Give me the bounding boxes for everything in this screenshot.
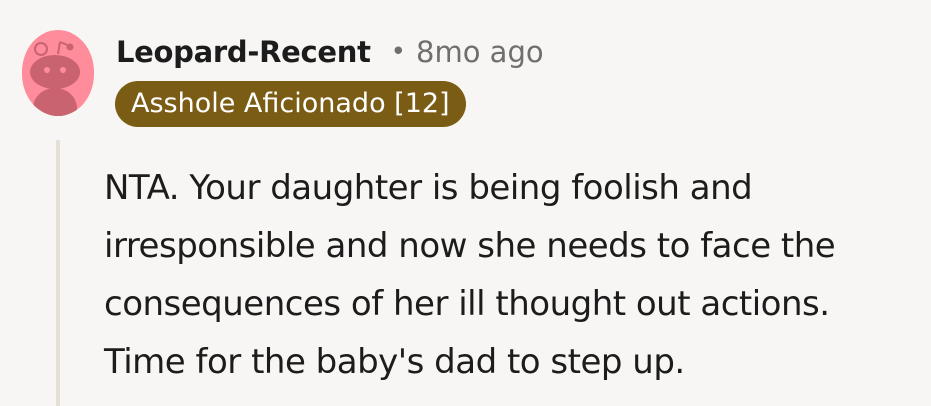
comment-header: Leopard-Recent • 8mo ago: [116, 30, 544, 74]
separator-dot: •: [390, 37, 407, 67]
comment-body: NTA. Your daughter is being foolish and …: [104, 159, 926, 391]
username-link[interactable]: Leopard-Recent: [116, 35, 371, 69]
user-avatar[interactable]: [22, 30, 94, 116]
comment-body-line: NTA. Your daughter is being foolish and: [104, 168, 753, 208]
comment-body-line: consequences of her ill thought out acti…: [104, 284, 830, 324]
user-flair-badge: Asshole Aficionado [12]: [115, 81, 466, 127]
snoo-avatar-icon: [30, 41, 80, 116]
comment-timestamp[interactable]: 8mo ago: [416, 35, 544, 69]
comment-body-line: irresponsible and now she needs to face …: [104, 226, 836, 266]
thread-collapse-line[interactable]: [56, 140, 60, 406]
comment-body-line: Time for the baby's dad to step up.: [104, 342, 685, 382]
